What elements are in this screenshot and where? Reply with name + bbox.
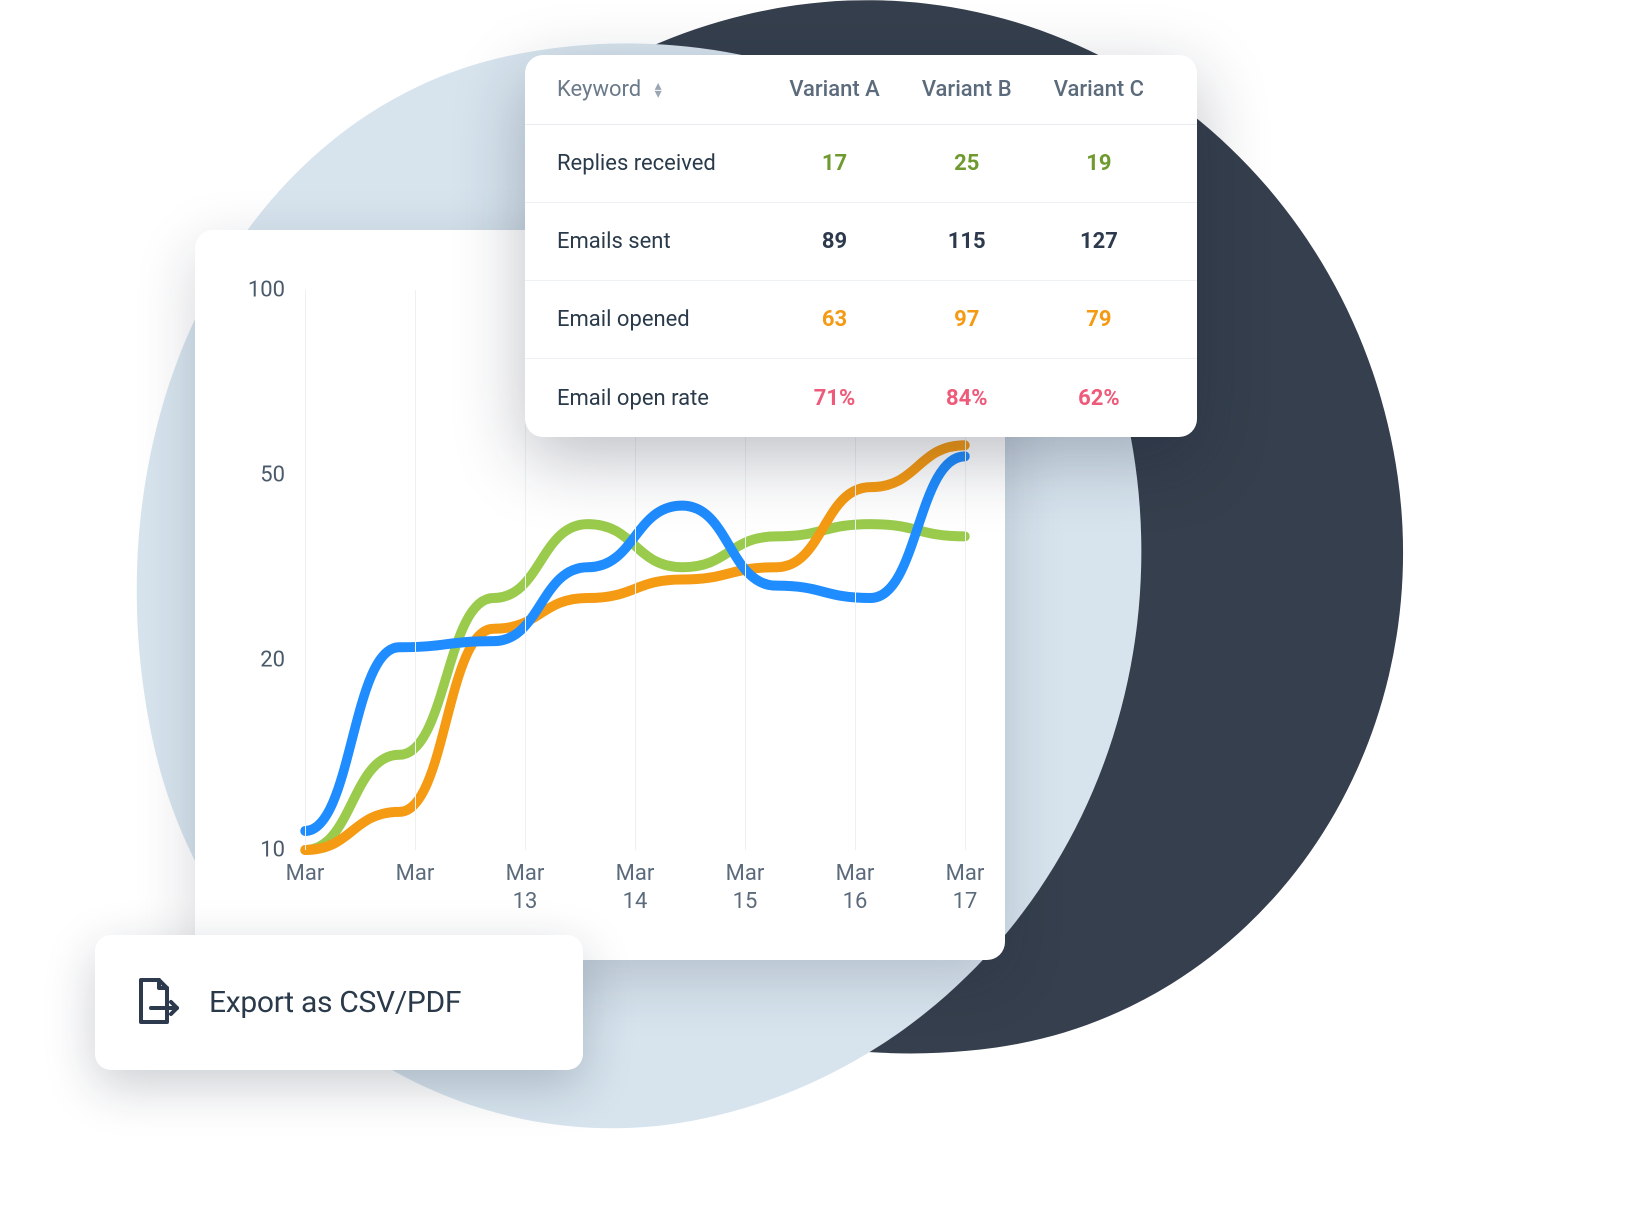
cell-value: 89	[768, 229, 900, 254]
cell-value: 17	[768, 151, 900, 176]
y-tick: 50	[225, 462, 285, 487]
gridline	[415, 290, 416, 850]
cell-value: 115	[901, 229, 1033, 254]
x-tick: Mar13	[506, 860, 545, 915]
y-axis: 100502010	[225, 290, 285, 850]
row-label: Email open rate	[557, 386, 768, 411]
y-tick: 100	[225, 278, 285, 303]
table-header-row: Keyword ▴▾ Variant A Variant B Variant C	[525, 55, 1197, 125]
cell-value: 79	[1033, 307, 1165, 332]
table-row: Email open rate71%84%62%	[525, 359, 1197, 437]
table-header-keyword-label: Keyword	[557, 77, 641, 102]
x-axis: MarMarMar13Mar14Mar15Mar16Mar17	[305, 860, 965, 920]
table-header-variant-c[interactable]: Variant C	[1033, 77, 1165, 102]
cell-value: 97	[901, 307, 1033, 332]
stats-table: Keyword ▴▾ Variant A Variant B Variant C…	[525, 55, 1197, 437]
cell-value: 62%	[1033, 386, 1165, 411]
y-tick: 20	[225, 647, 285, 672]
table-header-keyword[interactable]: Keyword ▴▾	[557, 77, 768, 102]
gridline	[305, 290, 306, 850]
table-row: Replies received172519	[525, 125, 1197, 203]
x-tick: Mar16	[836, 860, 875, 915]
cell-value: 127	[1033, 229, 1165, 254]
x-tick: Mar15	[726, 860, 765, 915]
y-tick: 10	[225, 838, 285, 863]
cell-value: 19	[1033, 151, 1165, 176]
export-icon	[131, 974, 181, 1032]
cell-value: 84%	[901, 386, 1033, 411]
row-label: Emails sent	[557, 229, 768, 254]
export-label: Export as CSV/PDF	[209, 985, 461, 1020]
export-button[interactable]: Export as CSV/PDF	[95, 935, 583, 1070]
cell-value: 63	[768, 307, 900, 332]
cell-value: 25	[901, 151, 1033, 176]
x-tick: Mar14	[616, 860, 655, 915]
row-label: Replies received	[557, 151, 768, 176]
sort-icon[interactable]: ▴▾	[655, 82, 662, 98]
table-row: Email opened639779	[525, 281, 1197, 359]
table-header-variant-b[interactable]: Variant B	[901, 77, 1033, 102]
x-tick: Mar	[396, 860, 435, 888]
x-tick: Mar	[286, 860, 325, 888]
row-label: Email opened	[557, 307, 768, 332]
cell-value: 71%	[768, 386, 900, 411]
table-body: Replies received172519Emails sent8911512…	[525, 125, 1197, 437]
x-tick: Mar17	[946, 860, 985, 915]
table-header-variant-a[interactable]: Variant A	[768, 77, 900, 102]
table-row: Emails sent89115127	[525, 203, 1197, 281]
